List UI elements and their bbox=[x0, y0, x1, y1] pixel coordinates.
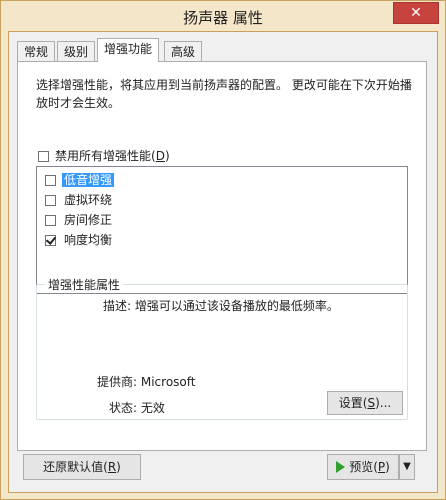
preview-dropdown-button[interactable]: ▼ bbox=[399, 454, 415, 480]
speaker-properties-window: 扬声器 属性 ✕ 常规 级别 增强功能 高级 选择增强性能，将其应用到当前扬声器… bbox=[0, 0, 446, 500]
status-text: 状态: 无效 bbox=[109, 401, 165, 415]
provider-text: 提供商: Microsoft bbox=[97, 375, 196, 389]
checkbox-checked-icon[interactable] bbox=[45, 235, 56, 246]
list-item-label: 虚拟环绕 bbox=[64, 193, 113, 207]
tab-advanced[interactable]: 高级 bbox=[164, 41, 203, 61]
group-title: 增强性能属性 bbox=[45, 276, 124, 293]
dialog-client-area: 常规 级别 增强功能 高级 选择增强性能，将其应用到当前扬声器的配置。 更改可能… bbox=[8, 31, 438, 493]
checkbox-icon[interactable] bbox=[45, 175, 56, 186]
disable-all-label: 禁用所有增强性能( bbox=[55, 149, 156, 163]
title-bar[interactable]: 扬声器 属性 ✕ bbox=[1, 1, 445, 31]
enhancements-panel: 选择增强性能，将其应用到当前扬声器的配置。 更改可能在下次开始播放时才会生效。 … bbox=[17, 61, 427, 451]
play-icon bbox=[336, 461, 346, 473]
list-item-label: 响度均衡 bbox=[64, 233, 113, 247]
list-item-bass-boost[interactable]: 低音增强 bbox=[45, 171, 115, 189]
settings-button[interactable]: 设置(S)... bbox=[327, 391, 403, 415]
preview-suffix: ) bbox=[385, 460, 390, 474]
restore-suffix: ) bbox=[116, 460, 121, 474]
property-description: 描述: 增强可以通过该设备播放的最低频率。 bbox=[103, 299, 339, 313]
list-item-room-correction[interactable]: 房间修正 bbox=[45, 211, 114, 229]
settings-label: 设置( bbox=[338, 396, 368, 410]
tab-levels[interactable]: 级别 bbox=[57, 41, 96, 61]
restore-accel: R bbox=[107, 460, 117, 474]
checkbox-icon[interactable] bbox=[45, 215, 56, 226]
checkbox-icon[interactable] bbox=[45, 195, 56, 206]
tab-enhancements[interactable]: 增强功能 bbox=[97, 38, 160, 62]
settings-suffix: )... bbox=[375, 396, 392, 410]
settings-accel: S bbox=[367, 396, 376, 410]
enhancements-description: 选择增强性能，将其应用到当前扬声器的配置。 更改可能在下次开始播放时才会生效。 bbox=[36, 78, 412, 110]
list-item-label: 低音增强 bbox=[62, 173, 115, 187]
preview-label: 预览( bbox=[349, 460, 378, 474]
restore-defaults-button[interactable]: 还原默认值(R) bbox=[23, 454, 141, 480]
restore-label: 还原默认值( bbox=[43, 460, 108, 474]
list-item-virtual-surround[interactable]: 虚拟环绕 bbox=[45, 191, 114, 209]
enhancements-list[interactable]: 低音增强 虚拟环绕 房间修正 响度均衡 bbox=[36, 166, 408, 294]
close-icon: ✕ bbox=[410, 5, 422, 21]
checkbox-icon[interactable] bbox=[38, 151, 49, 162]
disable-all-enhancements-checkbox[interactable]: 禁用所有增强性能(D) bbox=[38, 147, 170, 164]
list-item-loudness-equalization[interactable]: 响度均衡 bbox=[45, 231, 114, 249]
preview-button[interactable]: 预览(P) bbox=[327, 454, 399, 480]
tab-general[interactable]: 常规 bbox=[17, 41, 56, 61]
disable-all-accel: D bbox=[155, 149, 165, 163]
chevron-down-icon: ▼ bbox=[403, 461, 411, 472]
list-item-label: 房间修正 bbox=[64, 213, 113, 227]
disable-all-suffix: ) bbox=[164, 149, 170, 163]
close-button[interactable]: ✕ bbox=[393, 2, 439, 24]
enhancement-properties-group: 增强性能属性 描述: 增强可以通过该设备播放的最低频率。 提供商: Micros… bbox=[36, 276, 408, 420]
window-title: 扬声器 属性 bbox=[183, 9, 263, 27]
